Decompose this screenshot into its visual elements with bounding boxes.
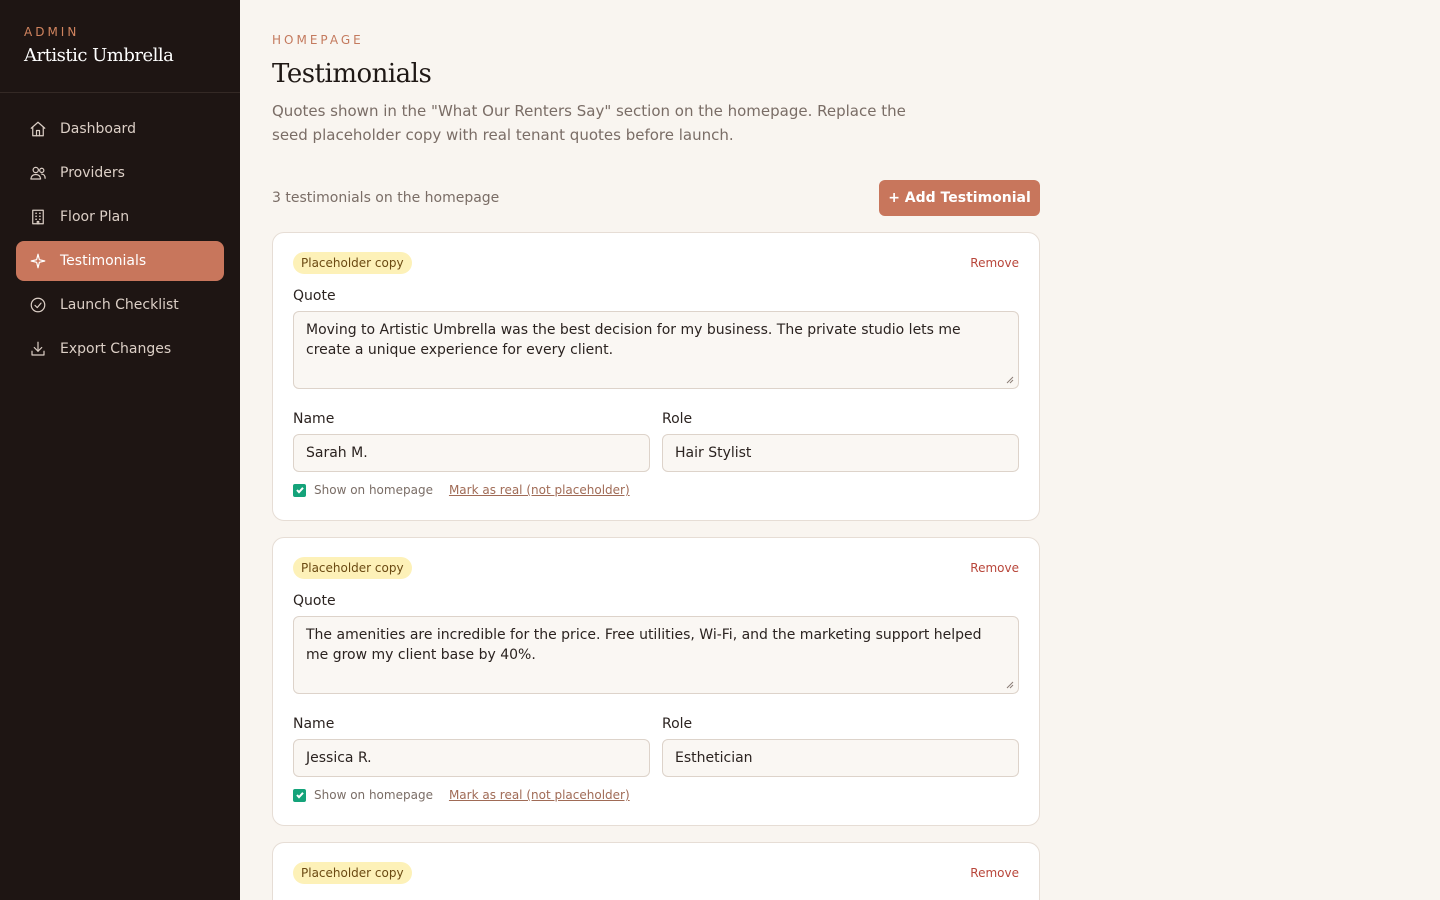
remove-button[interactable]: Remove bbox=[970, 560, 1019, 576]
sidebar-item-testimonials[interactable]: Testimonials bbox=[16, 241, 224, 281]
card-options: Show on homepage Mark as real (not place… bbox=[293, 788, 630, 802]
brand: ADMIN Artistic Umbrella bbox=[0, 0, 240, 93]
name-input[interactable]: Jessica R. bbox=[293, 739, 650, 777]
remove-button[interactable]: Remove bbox=[970, 865, 1019, 881]
role-input[interactable]: Esthetician bbox=[662, 739, 1019, 777]
home-icon bbox=[28, 119, 48, 139]
quote-textarea[interactable]: Moving to Artistic Umbrella was the best… bbox=[293, 311, 1019, 389]
testimonial-card: Placeholder copy Remove bbox=[272, 842, 1040, 900]
placeholder-badge: Placeholder copy bbox=[293, 862, 412, 884]
remove-button[interactable]: Remove bbox=[970, 255, 1019, 271]
role-label: Role bbox=[662, 716, 693, 732]
building-icon bbox=[28, 207, 48, 227]
sidebar-item-label: Providers bbox=[60, 165, 125, 181]
name-input[interactable]: Sarah M. bbox=[293, 434, 650, 472]
role-input[interactable]: Hair Stylist bbox=[662, 434, 1019, 472]
card-options: Show on homepage Mark as real (not place… bbox=[293, 483, 630, 497]
sidebar-item-floor-plan[interactable]: Floor Plan bbox=[16, 197, 224, 237]
quote-textarea[interactable]: The amenities are incredible for the pri… bbox=[293, 616, 1019, 694]
sparkle-icon bbox=[28, 251, 48, 271]
quote-label: Quote bbox=[293, 288, 336, 304]
quote-text: Moving to Artistic Umbrella was the best… bbox=[306, 322, 961, 358]
check-icon bbox=[295, 792, 304, 799]
sidebar: ADMIN Artistic Umbrella Dashboard Provid… bbox=[0, 0, 240, 900]
sidebar-item-launch-checklist[interactable]: Launch Checklist bbox=[16, 285, 224, 325]
mark-as-real-link[interactable]: Mark as real (not placeholder) bbox=[449, 483, 630, 497]
brand-kicker: ADMIN bbox=[24, 25, 80, 39]
show-on-homepage-checkbox[interactable] bbox=[293, 788, 306, 802]
sidebar-item-label: Testimonials bbox=[60, 253, 147, 269]
show-on-homepage-label: Show on homepage bbox=[314, 483, 433, 497]
sidebar-item-dashboard[interactable]: Dashboard bbox=[16, 109, 224, 149]
page-title: Testimonials bbox=[272, 59, 432, 89]
testimonial-card: Placeholder copy Remove Quote The amenit… bbox=[272, 537, 1040, 826]
check-circle-icon bbox=[28, 295, 48, 315]
quote-text: The amenities are incredible for the pri… bbox=[306, 627, 982, 663]
sidebar-item-export-changes[interactable]: Export Changes bbox=[16, 329, 224, 369]
section-kicker: HOMEPAGE bbox=[272, 33, 364, 47]
sidebar-item-label: Export Changes bbox=[60, 341, 172, 357]
quote-label: Quote bbox=[293, 593, 336, 609]
testimonial-count: 3 testimonials on the homepage bbox=[272, 190, 500, 206]
resize-grip-icon[interactable] bbox=[1006, 681, 1014, 689]
sidebar-nav: Dashboard Providers Floor Plan Testimoni… bbox=[16, 109, 224, 373]
name-label: Name bbox=[293, 716, 335, 732]
sidebar-item-label: Dashboard bbox=[60, 121, 136, 137]
role-label: Role bbox=[662, 411, 693, 427]
testimonial-card: Placeholder copy Remove Quote Moving to … bbox=[272, 232, 1040, 521]
placeholder-badge: Placeholder copy bbox=[293, 557, 412, 579]
sidebar-item-label: Floor Plan bbox=[60, 209, 130, 225]
brand-name: Artistic Umbrella bbox=[24, 45, 174, 66]
show-on-homepage-label: Show on homepage bbox=[314, 788, 433, 802]
users-icon bbox=[28, 163, 48, 183]
sidebar-item-providers[interactable]: Providers bbox=[16, 153, 224, 193]
download-icon bbox=[28, 339, 48, 359]
sidebar-item-label: Launch Checklist bbox=[60, 297, 179, 313]
add-testimonial-button[interactable]: + Add Testimonial bbox=[879, 180, 1040, 216]
resize-grip-icon[interactable] bbox=[1006, 376, 1014, 384]
show-on-homepage-checkbox[interactable] bbox=[293, 483, 306, 497]
name-label: Name bbox=[293, 411, 335, 427]
page-description: Quotes shown in the "What Our Renters Sa… bbox=[272, 102, 906, 144]
mark-as-real-link[interactable]: Mark as real (not placeholder) bbox=[449, 788, 630, 802]
sidebar-divider bbox=[0, 92, 240, 93]
placeholder-badge: Placeholder copy bbox=[293, 252, 412, 274]
check-icon bbox=[295, 487, 304, 494]
